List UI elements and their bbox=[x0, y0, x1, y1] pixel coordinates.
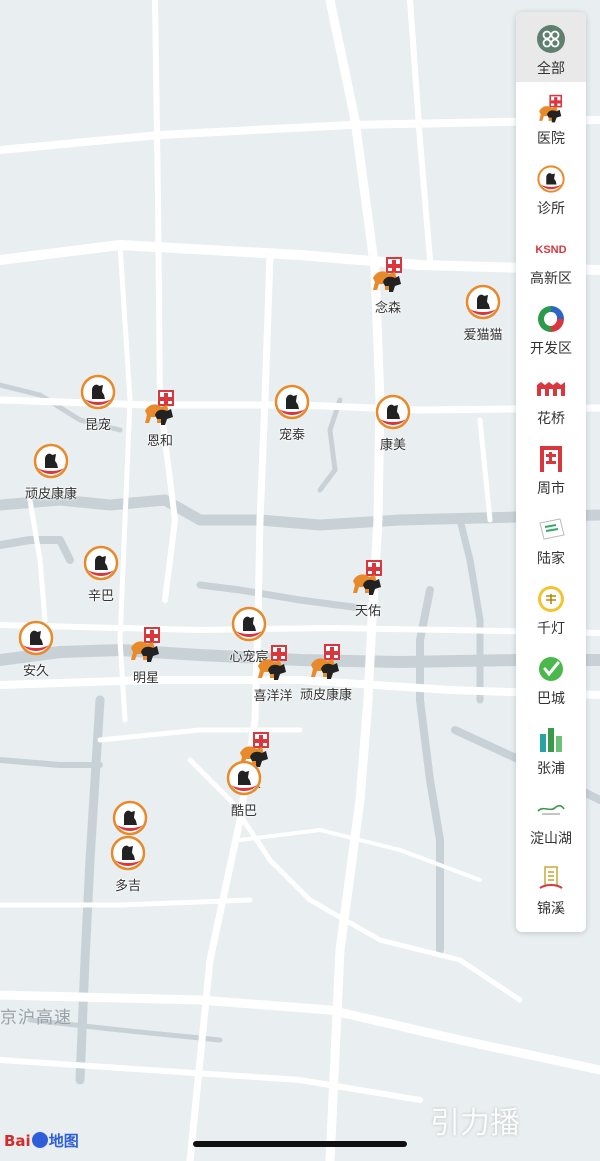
zhangpu-logo-icon bbox=[534, 722, 568, 756]
filter-item-label: 医院 bbox=[537, 131, 565, 147]
baidu-map-logo: Bai 地图 bbox=[4, 1132, 79, 1150]
hospital-dog-icon[interactable] bbox=[307, 643, 345, 681]
lujia-logo-icon bbox=[534, 512, 568, 546]
dianshanhu-logo-icon bbox=[534, 792, 568, 826]
filter-item-4[interactable]: 开发区 bbox=[516, 292, 586, 362]
marker-label[interactable]: 恩和 bbox=[100, 430, 220, 449]
marker-label[interactable]: 康美 bbox=[333, 434, 453, 453]
filter-item-9[interactable]: 巴城 bbox=[516, 642, 586, 712]
filter-item-12[interactable]: 锦溪 bbox=[516, 852, 586, 922]
marker-label[interactable]: 顽皮康康 bbox=[266, 684, 386, 703]
hospital-dog-icon[interactable] bbox=[141, 389, 179, 427]
filter-item-label: 花桥 bbox=[537, 411, 565, 427]
hospital-dog-icon[interactable] bbox=[254, 644, 292, 682]
filter-item-10[interactable]: 张浦 bbox=[516, 712, 586, 782]
filter-item-label: 锦溪 bbox=[537, 901, 565, 917]
clinic-pet-icon[interactable] bbox=[273, 383, 311, 421]
marker-label[interactable]: 顽皮康康 bbox=[0, 483, 111, 502]
marker-label[interactable]: 明星 bbox=[86, 667, 206, 686]
filter-item-5[interactable]: 花桥 bbox=[516, 362, 586, 432]
clinic-pet-icon[interactable] bbox=[374, 393, 412, 431]
qiandeng-logo-icon bbox=[534, 582, 568, 616]
marker-label[interactable]: 念森 bbox=[328, 297, 448, 316]
zhoushi-logo-icon bbox=[534, 442, 568, 476]
clinic-pet-icon[interactable] bbox=[109, 834, 147, 872]
filter-item-label: 高新区 bbox=[530, 271, 572, 287]
filter-item-label: 张浦 bbox=[537, 761, 565, 777]
road-label-jinghu-expressway: 京沪高速 bbox=[0, 1008, 72, 1028]
filter-item-0[interactable]: 全部 bbox=[516, 12, 586, 82]
clinic-pet-icon[interactable] bbox=[79, 373, 117, 411]
clinic-pet-icon[interactable] bbox=[230, 605, 268, 643]
svg-text:KSND: KSND bbox=[535, 244, 566, 256]
filter-item-1[interactable]: 医院 bbox=[516, 82, 586, 152]
filter-item-label: 诊所 bbox=[537, 201, 565, 217]
watermark: 引力播 bbox=[430, 1106, 520, 1141]
huaqiao-logo-icon bbox=[534, 372, 568, 406]
hospital-dog-icon[interactable] bbox=[369, 256, 407, 294]
filter-item-label: 淀山湖 bbox=[530, 831, 572, 847]
hospital-dog-icon[interactable] bbox=[127, 626, 165, 664]
filter-item-11[interactable]: 淀山湖 bbox=[516, 782, 586, 852]
district-filter-panel: 全部医院诊所 KSND 高新区开发区花桥周市陆家千灯巴城张浦淀山湖锦溪 bbox=[516, 12, 586, 932]
filter-item-6[interactable]: 周市 bbox=[516, 432, 586, 502]
paw-icon bbox=[31, 1132, 48, 1148]
filter-item-label: 巴城 bbox=[537, 691, 565, 707]
marker-label[interactable]: 多吉 bbox=[68, 875, 188, 894]
jinxi-logo-icon bbox=[534, 862, 568, 896]
clinic-pet-icon[interactable] bbox=[82, 544, 120, 582]
filter-item-8[interactable]: 千灯 bbox=[516, 572, 586, 642]
clinic-pet-icon[interactable] bbox=[225, 759, 263, 797]
bacheng-logo-icon bbox=[534, 652, 568, 686]
filter-item-label: 周市 bbox=[537, 481, 565, 497]
filter-item-label: 全部 bbox=[537, 61, 565, 77]
clinic-pet-icon[interactable] bbox=[17, 619, 55, 657]
marker-label[interactable]: 安久 bbox=[0, 660, 96, 679]
grid-icon bbox=[534, 22, 568, 56]
home-indicator[interactable] bbox=[193, 1141, 407, 1147]
marker-label[interactable]: 酷巴 bbox=[184, 800, 304, 819]
kaifaqu-logo-icon bbox=[534, 302, 568, 336]
filter-item-label: 陆家 bbox=[537, 551, 565, 567]
hospital-dog-icon[interactable] bbox=[349, 559, 387, 597]
marker-label[interactable]: 辛巴 bbox=[41, 585, 161, 604]
filter-item-label: 千灯 bbox=[537, 621, 565, 637]
clinic-pet-icon[interactable] bbox=[464, 283, 502, 321]
filter-item-3[interactable]: KSND 高新区 bbox=[516, 222, 586, 292]
filter-item-2[interactable]: 诊所 bbox=[516, 152, 586, 222]
filter-item-7[interactable]: 陆家 bbox=[516, 502, 586, 572]
clinic-icon bbox=[534, 162, 568, 196]
hospital-dog-icon bbox=[534, 92, 568, 126]
ksnd-logo-icon: KSND bbox=[534, 232, 568, 266]
clinic-pet-icon[interactable] bbox=[111, 799, 149, 837]
marker-label[interactable]: 天佑 bbox=[308, 600, 428, 619]
filter-item-label: 开发区 bbox=[530, 341, 572, 357]
clinic-pet-icon[interactable] bbox=[32, 442, 70, 480]
